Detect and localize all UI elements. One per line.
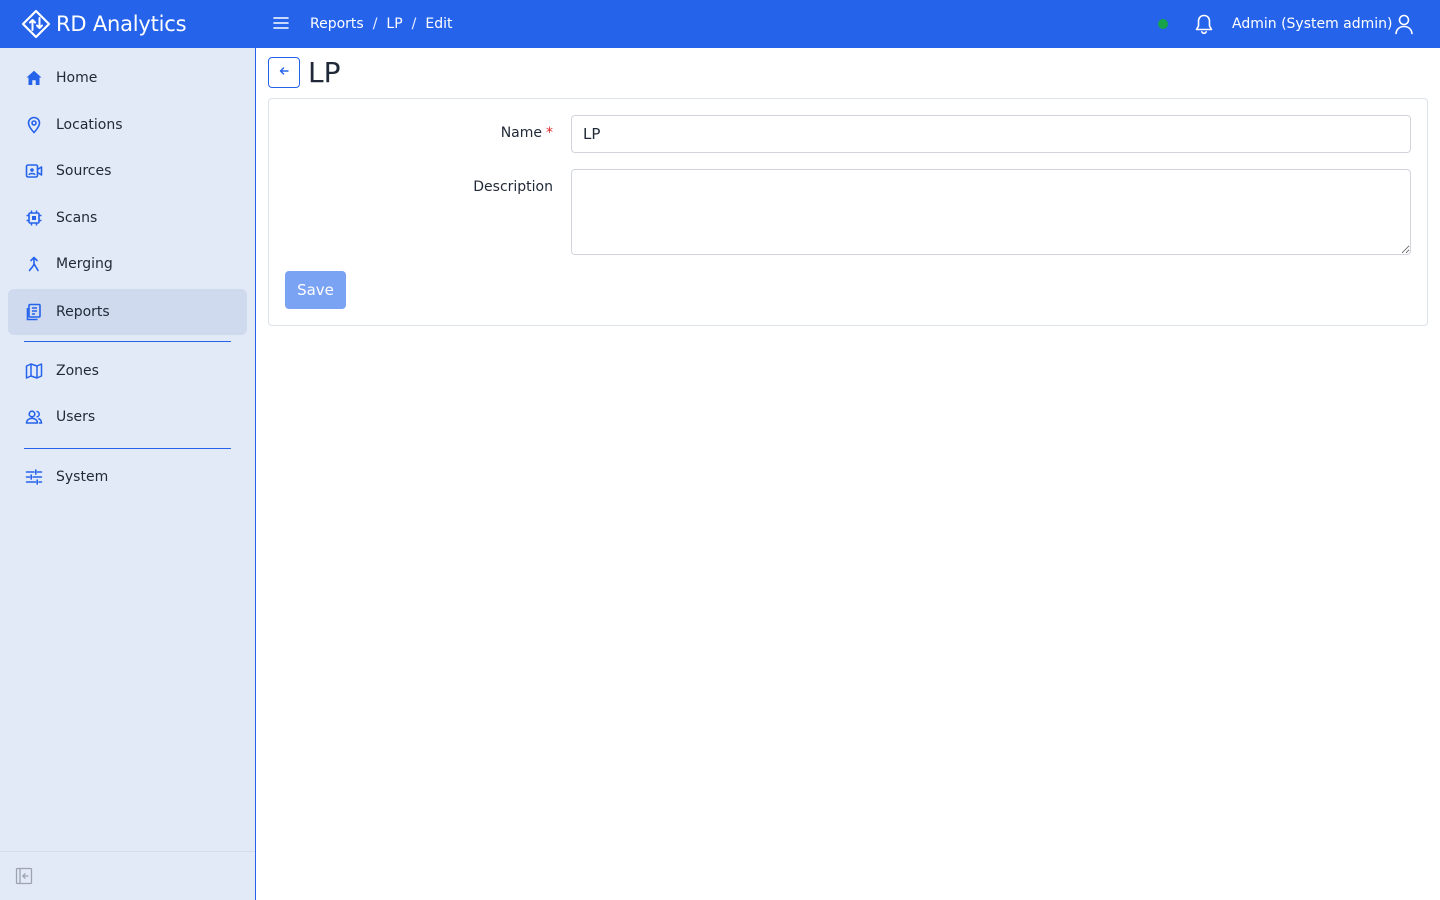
user-menu-label[interactable]: Admin (System admin) xyxy=(1232,0,1393,48)
chip-icon xyxy=(24,208,44,228)
sidebar-item-sources[interactable]: Sources xyxy=(8,148,247,194)
sidebar-divider xyxy=(24,341,231,342)
sidebar-item-label: Zones xyxy=(56,363,99,379)
sidebar-footer xyxy=(0,851,255,900)
sidebar-item-label: Home xyxy=(56,70,98,86)
collapse-sidebar-icon[interactable] xyxy=(14,866,34,886)
sidebar-item-merging[interactable]: Merging xyxy=(8,241,247,287)
sidebar-item-locations[interactable]: Locations xyxy=(8,102,247,148)
hamburger-icon[interactable] xyxy=(270,12,292,34)
description-label: Description xyxy=(473,179,553,195)
brand-name: RD Analytics xyxy=(56,12,187,36)
bell-icon[interactable] xyxy=(1192,11,1216,37)
save-button[interactable]: Save xyxy=(285,271,346,309)
page-title: LP xyxy=(308,56,341,89)
edit-report-form: Name* Description Save xyxy=(268,98,1428,326)
name-label-text: Name xyxy=(500,125,542,141)
sliders-icon xyxy=(24,467,44,487)
breadcrumb-reports[interactable]: Reports xyxy=(310,16,364,32)
sidebar-item-label: Merging xyxy=(56,256,113,272)
sidebar-item-label: System xyxy=(56,469,109,485)
sidebar-item-users[interactable]: Users xyxy=(8,394,247,440)
breadcrumb-separator: / xyxy=(372,16,378,32)
map-pin-icon xyxy=(24,115,44,135)
home-icon xyxy=(24,68,44,88)
sidebar-item-label: Scans xyxy=(56,210,98,226)
required-mark: * xyxy=(546,125,553,141)
sidebar-item-label: Sources xyxy=(56,163,112,179)
breadcrumb-lp[interactable]: LP xyxy=(386,16,402,32)
rd-logo-icon xyxy=(20,8,52,40)
users-icon xyxy=(24,407,44,427)
sidebar-item-label: Reports xyxy=(56,304,110,320)
brand[interactable]: RD Analytics xyxy=(0,0,256,48)
name-label: Name * xyxy=(501,125,553,141)
sidebar-item-home[interactable]: Home xyxy=(8,55,247,101)
name-input[interactable] xyxy=(571,115,1411,153)
sidebar-item-reports[interactable]: Reports xyxy=(8,289,247,335)
top-bar: RD Analytics Reports / LP / Edit Admin (… xyxy=(0,0,1440,48)
sidebar-item-system[interactable]: System xyxy=(8,454,247,500)
sidebar-item-label: Users xyxy=(56,409,96,425)
arrow-left-icon xyxy=(278,65,290,80)
sidebar-divider xyxy=(24,448,231,449)
report-icon xyxy=(24,302,44,322)
breadcrumb: Reports / LP / Edit xyxy=(310,0,453,48)
merge-icon xyxy=(24,254,44,274)
back-button[interactable] xyxy=(268,57,300,88)
sidebar-item-zones[interactable]: Zones xyxy=(8,348,247,394)
breadcrumb-edit: Edit xyxy=(425,16,453,32)
sidebar: Home Locations Sources Scans Merging Rep… xyxy=(0,48,256,900)
connection-status-dot xyxy=(1158,19,1168,29)
user-icon[interactable] xyxy=(1392,11,1416,37)
breadcrumb-separator: / xyxy=(411,16,417,32)
description-input[interactable] xyxy=(571,169,1411,255)
map-icon xyxy=(24,361,44,381)
camera-icon xyxy=(24,161,44,181)
sidebar-item-label: Locations xyxy=(56,117,123,133)
sidebar-item-scans[interactable]: Scans xyxy=(8,195,247,241)
